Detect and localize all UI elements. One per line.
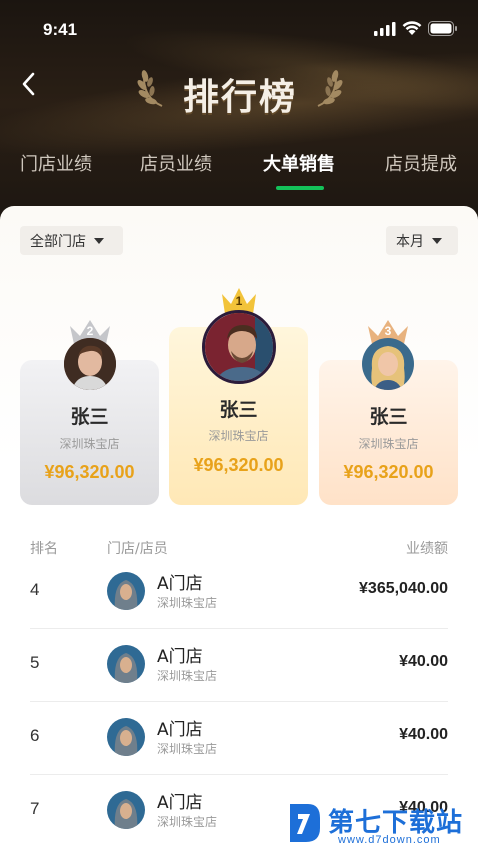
podium-name: 张三 [70, 406, 109, 428]
person-avatar-icon [107, 572, 145, 610]
watermark-url: www.d7down.com [338, 834, 441, 846]
caret-down-icon [94, 237, 104, 244]
person-avatar-icon [107, 645, 145, 683]
row-rank: 5 [30, 653, 40, 672]
tab-bar: 门店业绩 店员业绩 大单销售 店员提成 [0, 150, 478, 190]
person-avatar-icon [107, 791, 145, 829]
status-time: 9:41 [43, 20, 78, 39]
column-header-member: 门店/店员 [107, 541, 168, 557]
row-rank: 7 [30, 799, 40, 818]
period-filter-label: 本月 [396, 233, 424, 250]
chevron-left-icon [22, 72, 35, 96]
battery-icon [428, 21, 457, 36]
column-header-rank: 排名 [30, 541, 58, 557]
row-amount: ¥40.00 [399, 653, 448, 670]
status-bar: 9:41 [0, 0, 478, 56]
back-button[interactable] [12, 66, 44, 102]
tab-staff-commission[interactable]: 店员提成 [385, 150, 457, 176]
podium-name: 张三 [369, 406, 408, 428]
ranking-row[interactable]: 6 A门店 深圳珠宝店 ¥40.00 [30, 702, 448, 775]
avatar [107, 572, 145, 610]
tab-store-performance[interactable]: 门店业绩 [20, 150, 92, 176]
tab-large-orders[interactable]: 大单销售 [263, 150, 335, 176]
avatar [362, 338, 414, 390]
avatar [107, 645, 145, 683]
podium-rank-number: 3 [384, 324, 392, 338]
podium-amount: ¥96,320.00 [44, 462, 135, 482]
store-filter-label: 全部门店 [30, 233, 86, 250]
podium-avatar-group-1: 1 [201, 286, 277, 386]
podium-amount: ¥96,320.00 [193, 455, 284, 475]
podium-store: 深圳珠宝店 [358, 437, 419, 451]
title-area: 排行榜 [130, 60, 350, 118]
tab-staff-performance[interactable]: 店员业绩 [140, 150, 212, 176]
podium-store: 深圳珠宝店 [59, 437, 120, 451]
person-avatar-icon [205, 313, 273, 381]
signal-icon [374, 22, 396, 36]
podium-rank-number: 1 [235, 294, 243, 308]
active-tab-indicator [276, 186, 324, 190]
person-avatar-icon [362, 338, 414, 390]
row-name: A门店 [157, 647, 203, 667]
period-filter-dropdown[interactable]: 本月 [386, 226, 458, 255]
podium-amount: ¥96,320.00 [343, 462, 434, 482]
podium-name: 张三 [219, 399, 258, 421]
row-store: 深圳珠宝店 [157, 815, 218, 829]
podium-store: 深圳珠宝店 [208, 429, 269, 443]
ranking-row[interactable]: 5 A门店 深圳珠宝店 ¥40.00 [30, 629, 448, 702]
caret-down-icon [432, 237, 442, 244]
avatar [202, 310, 276, 384]
row-store: 深圳珠宝店 [157, 669, 218, 683]
person-avatar-icon [107, 718, 145, 756]
podium-avatar-group-2: 2 [64, 318, 116, 390]
person-avatar-icon [64, 338, 116, 390]
row-amount: ¥40.00 [399, 726, 448, 743]
header: 9:41 排行榜 门店业绩 店员业绩 大单销售 店员提成 [0, 0, 478, 230]
row-rank: 6 [30, 726, 40, 745]
podium-rank-number: 2 [86, 324, 94, 338]
avatar [107, 791, 145, 829]
row-amount: ¥365,040.00 [359, 580, 448, 597]
laurel-right-icon [317, 70, 343, 107]
watermark: 第七下载站 www.d7down.com [286, 800, 476, 850]
row-name: A门店 [157, 720, 203, 740]
wifi-icon [402, 21, 422, 35]
row-name: A门店 [157, 574, 203, 594]
watermark-logo-icon [290, 804, 320, 842]
avatar [107, 718, 145, 756]
row-store: 深圳珠宝店 [157, 596, 218, 610]
row-name: A门店 [157, 793, 203, 813]
ranking-row[interactable]: 4 A门店 深圳珠宝店 ¥365,040.00 [30, 556, 448, 629]
store-filter-dropdown[interactable]: 全部门店 [20, 226, 123, 255]
column-header-amount: 业绩额 [406, 541, 448, 557]
content-panel: 全部门店 本月 张三 深圳珠宝店 ¥96,320.00 张三 深圳珠宝店 ¥96… [0, 206, 478, 850]
row-rank: 4 [30, 580, 40, 599]
podium-avatar-group-3: 3 [362, 318, 414, 390]
avatar [64, 338, 116, 390]
row-store: 深圳珠宝店 [157, 742, 218, 756]
